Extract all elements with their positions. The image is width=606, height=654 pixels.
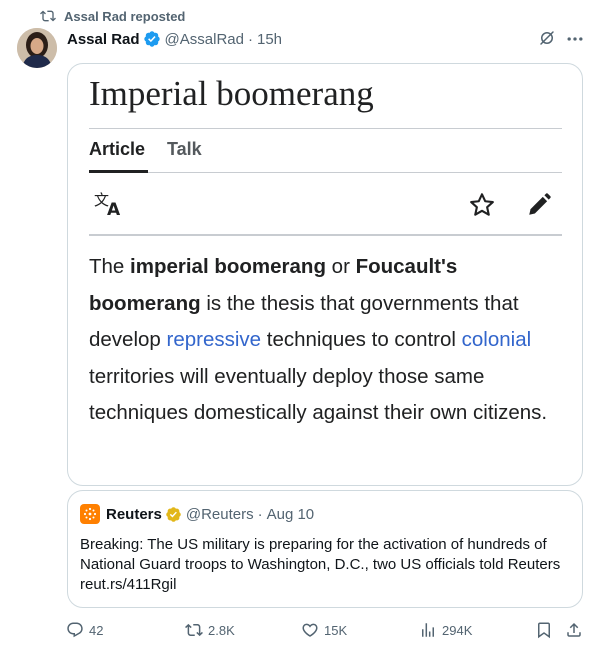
- repost-icon: [40, 10, 56, 22]
- repost-count: 2.8K: [208, 622, 235, 638]
- like-count: 15K: [324, 622, 348, 638]
- views-button[interactable]: 294K: [419, 620, 472, 640]
- grok-icon[interactable]: [538, 29, 556, 47]
- quoted-timestamp[interactable]: Aug 10: [267, 506, 315, 523]
- separator: ·: [247, 30, 253, 48]
- repost-label: Assal Rad reposted: [64, 8, 186, 24]
- quoted-separator: ·: [257, 505, 263, 523]
- share-icon: [567, 622, 581, 637]
- article-title: Imperial boomerang: [89, 74, 374, 113]
- post-timestamp[interactable]: 15h: [257, 31, 282, 48]
- star-icon: [470, 193, 494, 216]
- like-icon: [302, 623, 318, 637]
- quoted-post[interactable]: Reuters @Reuters · Aug 10 Breaking: The …: [67, 490, 583, 608]
- translate-icon: 文 A: [94, 191, 121, 216]
- avatar-image: [17, 28, 57, 68]
- article-lead-paragraph: The imperial boomerang or Foucault's boo…: [89, 255, 548, 425]
- link-repressive: repressive: [166, 328, 262, 352]
- bookmark-button[interactable]: [535, 620, 553, 640]
- like-button[interactable]: 15K: [301, 620, 347, 640]
- tab-article: Article: [89, 139, 146, 159]
- share-button[interactable]: [565, 620, 583, 640]
- title-divider: [89, 128, 562, 129]
- toolbar-divider: [89, 234, 562, 236]
- views-count: 294K: [442, 622, 473, 638]
- reply-button[interactable]: 42: [66, 620, 103, 640]
- author-name[interactable]: Assal Rad: [67, 31, 140, 48]
- quoted-post-header: Reuters @Reuters · Aug 10: [80, 504, 314, 524]
- bookmark-icon: [538, 622, 550, 639]
- reuters-logo-icon[interactable]: [80, 504, 100, 524]
- gold-verified-badge-icon: [166, 506, 181, 522]
- post-header: Assal Rad @AssalRad · 15h: [67, 29, 282, 49]
- quoted-post-text: Breaking: The US military is preparing f…: [80, 536, 561, 593]
- active-tab-indicator: [89, 170, 148, 173]
- svg-text:A: A: [107, 200, 121, 216]
- link-colonial: colonial: [461, 328, 532, 352]
- quoted-author-handle[interactable]: @Reuters: [186, 506, 254, 523]
- tabs-divider: [89, 172, 562, 173]
- avatar[interactable]: [17, 28, 57, 68]
- views-icon: [422, 623, 434, 637]
- post-media-image[interactable]: Imperial boomerang Article Talk 文 A The …: [67, 63, 583, 486]
- tab-talk: Talk: [167, 139, 202, 159]
- reply-count: 42: [89, 622, 104, 638]
- repost-indicator[interactable]: Assal Rad reposted: [40, 6, 185, 26]
- quoted-author-name[interactable]: Reuters: [106, 506, 162, 523]
- verified-badge-icon: [143, 31, 160, 47]
- reply-icon: [67, 622, 83, 638]
- repost-icon: [185, 623, 203, 637]
- edit-icon: [529, 193, 551, 215]
- repost-button[interactable]: 2.8K: [185, 620, 235, 640]
- author-handle[interactable]: @AssalRad: [165, 31, 244, 48]
- more-icon[interactable]: [565, 29, 585, 49]
